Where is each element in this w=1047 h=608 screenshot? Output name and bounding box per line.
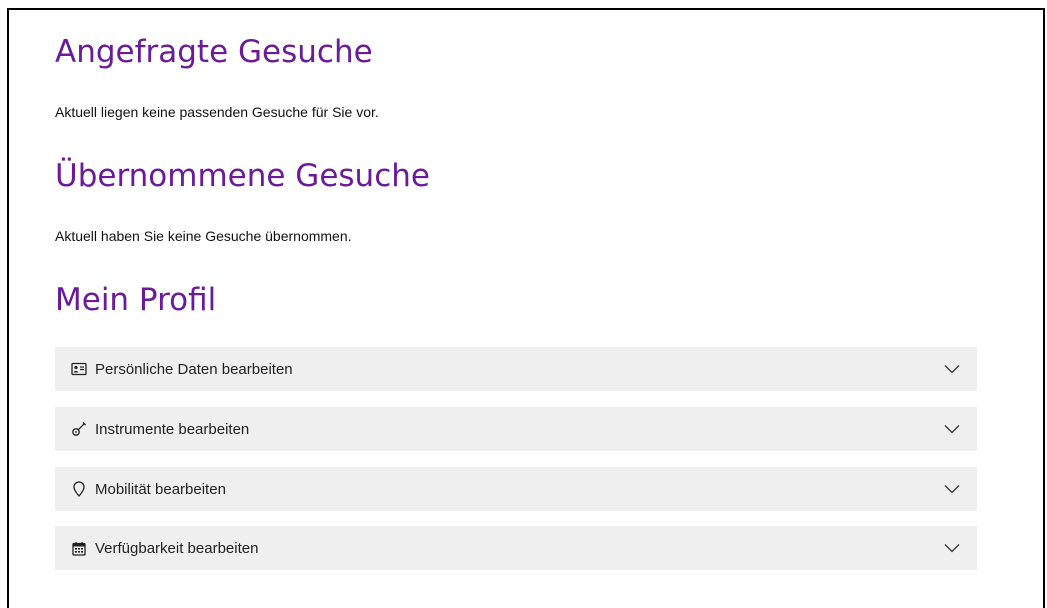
- accordion-instruments[interactable]: Instrumente bearbeiten: [55, 407, 977, 451]
- my-profile-heading: Mein Profil: [55, 282, 217, 318]
- calendar-icon: [71, 540, 87, 556]
- chevron-down-icon[interactable]: [943, 360, 961, 378]
- accordion-label: Verfügbarkeit bearbeiten: [95, 539, 259, 557]
- chevron-down-icon[interactable]: [943, 539, 961, 557]
- requested-requests-heading: Angefragte Gesuche: [55, 34, 373, 70]
- accordion-label: Instrumente bearbeiten: [95, 420, 250, 438]
- taken-requests-heading: Übernommene Gesuche: [55, 158, 430, 194]
- accordion-availability[interactable]: Verfügbarkeit bearbeiten: [55, 526, 977, 570]
- map-pin-icon: [71, 481, 87, 497]
- chevron-down-icon[interactable]: [943, 420, 961, 438]
- accordion-personal-data[interactable]: Persönliche Daten bearbeiten: [55, 347, 977, 391]
- accordion-mobility[interactable]: Mobilität bearbeiten: [55, 467, 977, 511]
- accordion-label: Mobilität bearbeiten: [95, 480, 226, 498]
- accordion-label: Persönliche Daten bearbeiten: [95, 360, 293, 378]
- guitar-icon: [71, 421, 87, 437]
- requested-requests-empty-text: Aktuell liegen keine passenden Gesuche f…: [55, 104, 379, 120]
- id-card-icon: [71, 361, 87, 377]
- chevron-down-icon[interactable]: [943, 480, 961, 498]
- taken-requests-empty-text: Aktuell haben Sie keine Gesuche übernomm…: [55, 228, 352, 244]
